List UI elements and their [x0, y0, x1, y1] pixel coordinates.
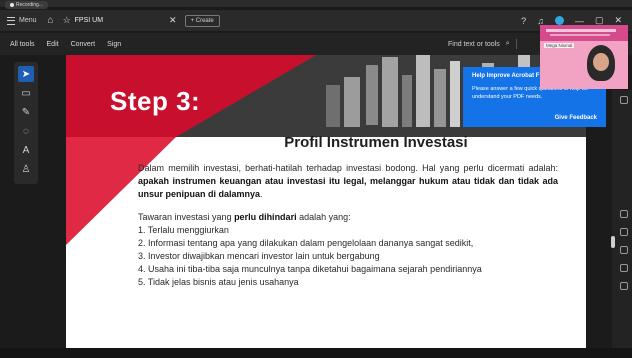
offer-paragraph: Tawaran investasi yang perlu dihindari a…: [138, 211, 558, 224]
intro-paragraph: Dalam memilih investasi, berhati-hatilah…: [138, 162, 558, 201]
bell-icon[interactable]: ♫: [537, 16, 544, 26]
text-box-icon[interactable]: A: [18, 142, 34, 158]
menu-sign[interactable]: Sign: [107, 41, 121, 48]
menu-edit[interactable]: Edit: [47, 41, 59, 48]
bottom-bar: [0, 348, 632, 358]
tab-title: FPSI UM: [74, 17, 104, 24]
hamburger-icon: [7, 16, 15, 25]
find-tools[interactable]: Find text or tools ⌕: [448, 33, 517, 55]
find-label: Find text or tools: [448, 40, 500, 48]
right-tool-rail: [612, 90, 632, 350]
list-item: 2. Informasi tentang apa yang dilakukan …: [138, 238, 474, 248]
presenter-name: Mega Nismal: [544, 43, 575, 48]
zoom-out-icon[interactable]: [620, 228, 628, 236]
menu-all-tools[interactable]: All tools: [10, 41, 35, 48]
minimize-icon[interactable]: —: [575, 16, 584, 26]
list-item: 3. Investor diwajibkan mencari investor …: [138, 251, 380, 261]
page-icon[interactable]: [620, 264, 628, 272]
intro-bold-text: apakah instrumen keuangan atau investasi…: [138, 176, 558, 199]
menu-convert[interactable]: Convert: [71, 41, 96, 48]
star-icon[interactable]: ☆: [63, 15, 71, 26]
document-tab[interactable]: ☆ FPSI UM ✕: [63, 13, 181, 29]
presenter-face: [593, 53, 609, 71]
menu-bar: All tools Edit Convert Sign Find text or…: [0, 33, 632, 55]
intro-text: Dalam memilih investasi, berhati-hatilah…: [138, 163, 558, 173]
create-label: Create: [195, 17, 214, 24]
give-feedback-button[interactable]: Give Feedback: [555, 115, 597, 121]
divider: [515, 39, 517, 49]
create-button[interactable]: + Create: [184, 14, 220, 27]
zoom-in-icon[interactable]: [620, 210, 628, 218]
panel-icon[interactable]: [620, 96, 628, 104]
recording-label: Recording...: [16, 2, 43, 8]
scrollbar-thumb[interactable]: [611, 236, 615, 248]
avatar[interactable]: [554, 16, 564, 25]
rotate-icon[interactable]: [620, 246, 628, 254]
recording-indicator: Recording...: [5, 1, 48, 9]
stamp-icon[interactable]: ♙: [18, 161, 34, 177]
list-item: 1. Terlalu menggiurkan: [138, 225, 229, 235]
select-cursor-icon[interactable]: ➤: [18, 66, 34, 82]
offer-bold-text: perlu dihindari: [234, 212, 297, 222]
offer-end: adalah yang:: [296, 212, 351, 222]
list-item: 5. Tidak jelas bisnis atau jenis usahany…: [138, 277, 299, 287]
help-icon[interactable]: ?: [521, 16, 526, 26]
step-label: Step 3:: [110, 86, 201, 116]
title-bar: Menu ⌂ ☆ FPSI UM ✕ + Create ? ♫ — ▢ ✕: [0, 10, 632, 31]
record-dot-icon: [10, 3, 14, 7]
fit-page-icon[interactable]: [620, 282, 628, 290]
comment-icon[interactable]: ▭: [18, 85, 34, 101]
home-icon[interactable]: ⌂: [48, 15, 54, 26]
search-icon[interactable]: ⌕: [506, 40, 510, 48]
webcam-banner: [540, 25, 628, 41]
offer-text: Tawaran investasi yang: [138, 212, 235, 222]
webcam-overlay: Mega Nismal: [540, 25, 628, 89]
intro-end: .: [260, 189, 263, 199]
tool-palette: ➤ ▭ ✎ ◌ A ♙: [14, 62, 38, 184]
tab-close-icon[interactable]: ✕: [169, 15, 177, 26]
page-body: Dalam memilih investasi, berhati-hatilah…: [138, 162, 558, 289]
popup-heading: Help Improve Acrobat F: [472, 73, 540, 79]
pen-icon[interactable]: ✎: [18, 104, 34, 120]
page-title: Profil Instrumen Investasi: [284, 134, 468, 151]
recording-strip: [0, 0, 632, 7]
list-item: 4. Usaha ini tiba-tiba saja munculnya ta…: [138, 264, 482, 274]
menu-label: Menu: [19, 17, 37, 24]
lasso-icon[interactable]: ◌: [18, 123, 34, 139]
menu-button[interactable]: Menu: [7, 16, 37, 25]
